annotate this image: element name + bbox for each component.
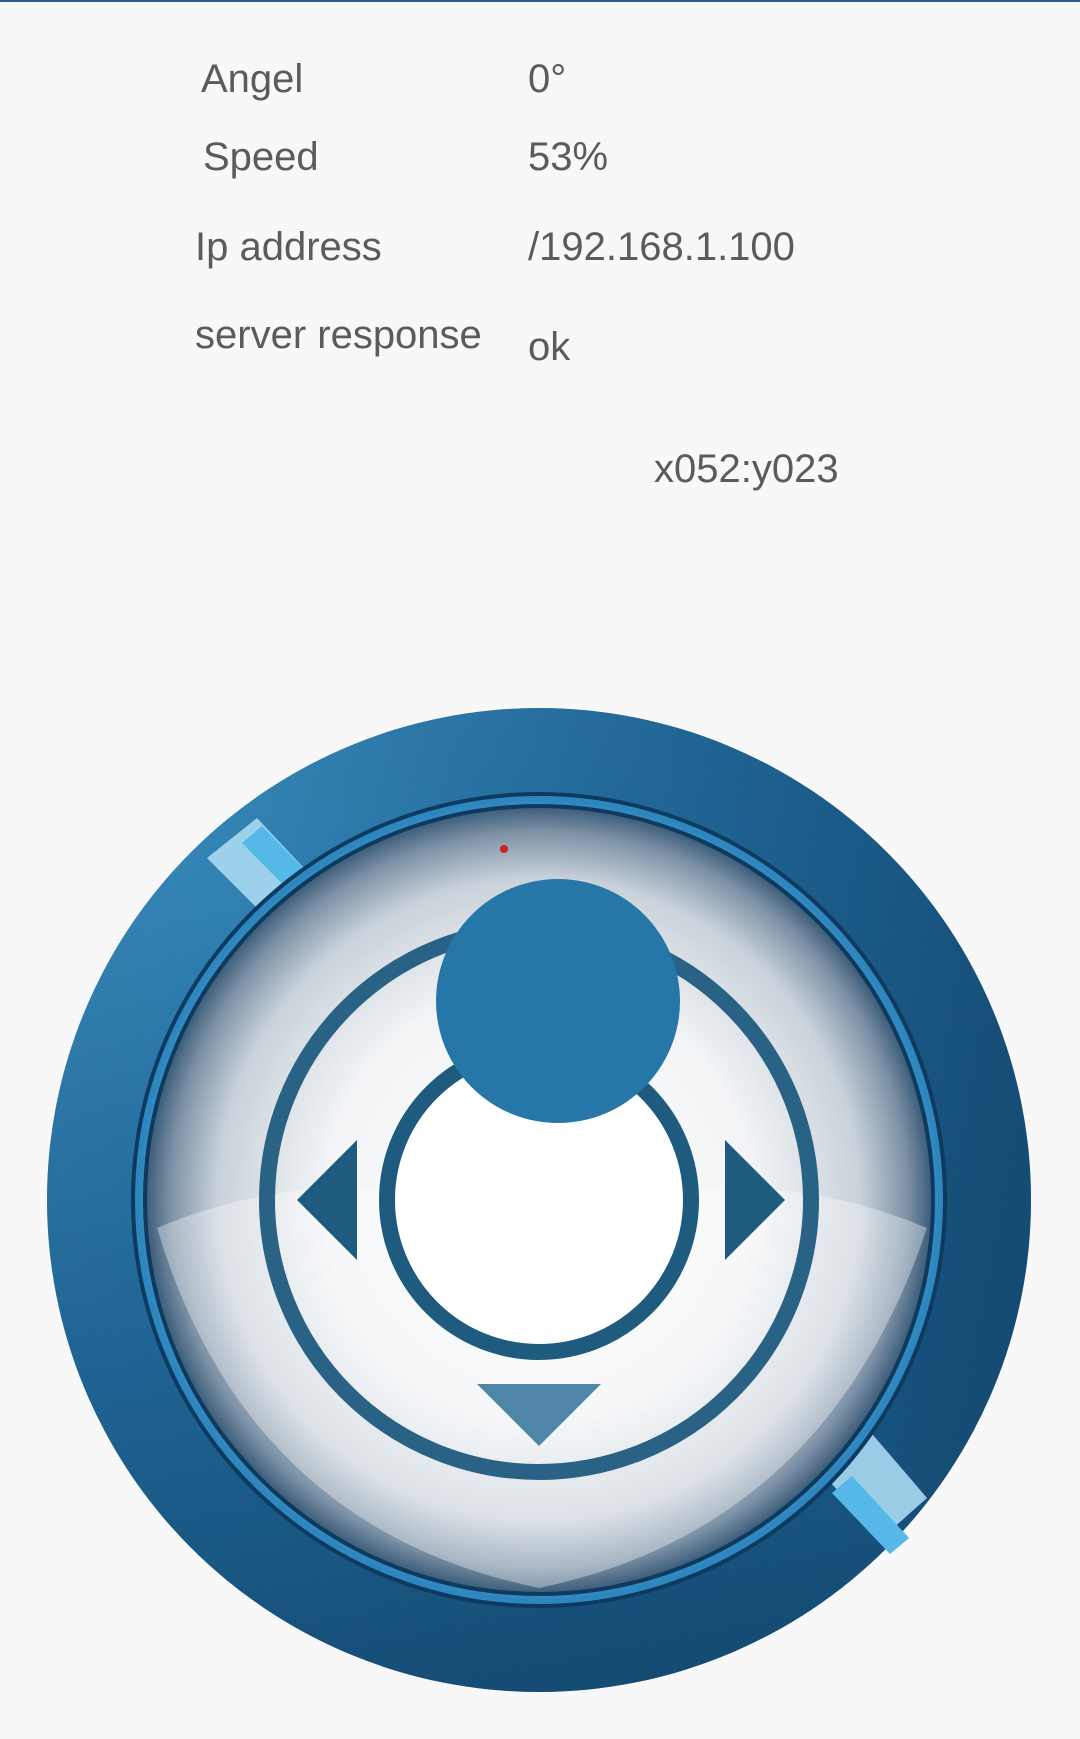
joystick-knob bbox=[436, 879, 680, 1123]
ip-address-label: Ip address bbox=[195, 225, 382, 269]
server-response-label: server response bbox=[195, 313, 482, 357]
joystick-control[interactable] bbox=[47, 708, 1032, 1693]
target-marker-dot bbox=[500, 845, 508, 853]
top-accent-bar bbox=[0, 0, 1080, 2]
speed-label: Speed bbox=[203, 135, 319, 179]
angle-label: Angel bbox=[201, 57, 304, 101]
speed-value: 53% bbox=[528, 135, 609, 179]
joystick-coordinates: x052:y023 bbox=[654, 447, 839, 491]
angle-value: 0° bbox=[528, 57, 567, 101]
ip-address-value: /192.168.1.100 bbox=[528, 225, 795, 269]
server-response-value: ok bbox=[528, 325, 571, 369]
